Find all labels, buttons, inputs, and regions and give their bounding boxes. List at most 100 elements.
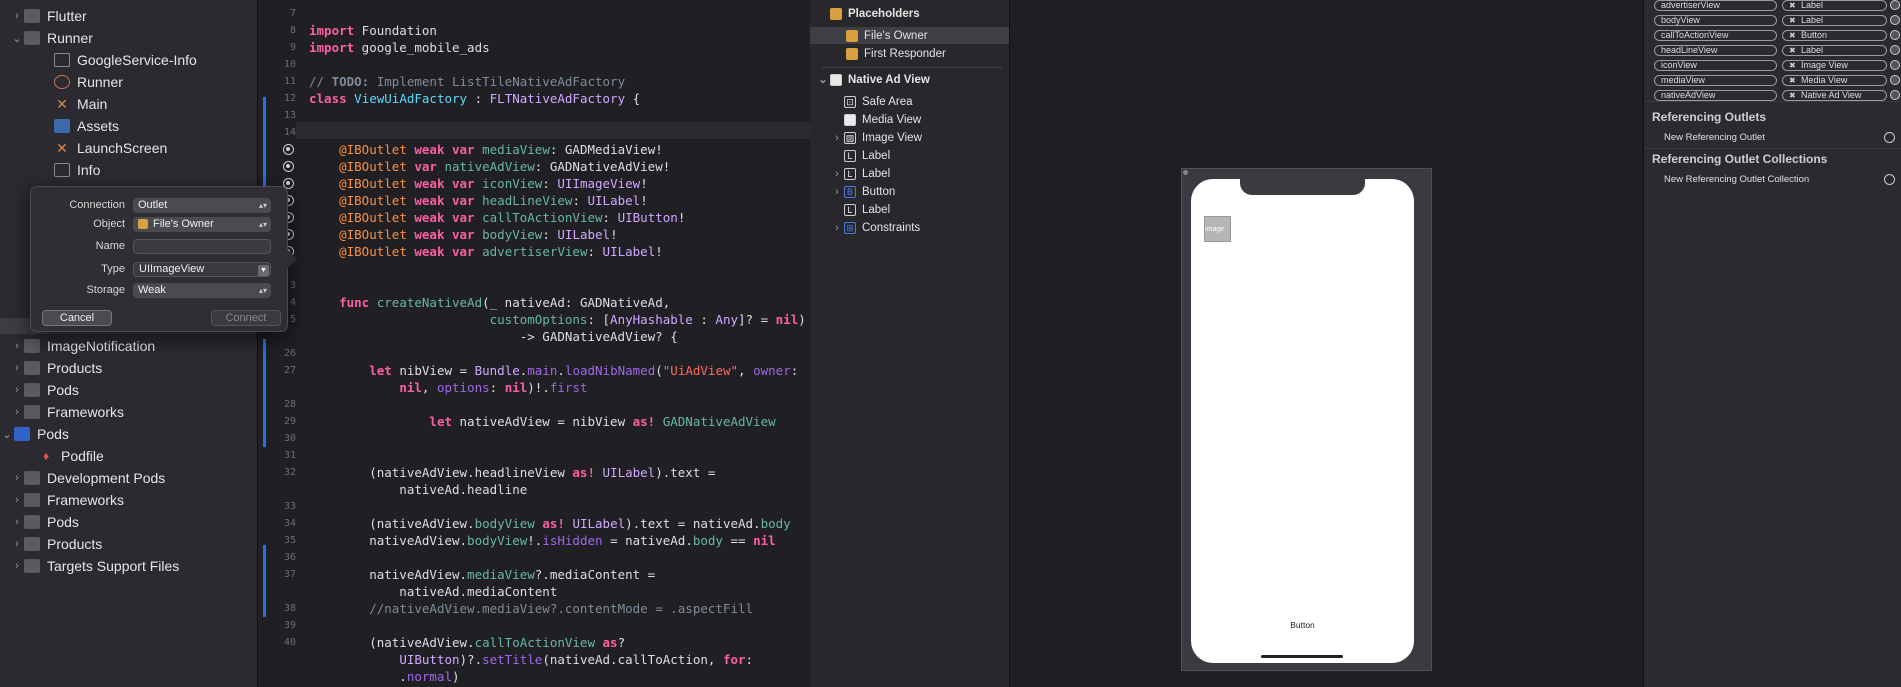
phone-frame: image Button	[1191, 179, 1414, 663]
navigator-item[interactable]: ⌄ Runner	[0, 27, 257, 49]
chevron-right-icon[interactable]: ›	[10, 538, 24, 550]
cancel-button[interactable]: Cancel	[42, 310, 112, 326]
outline-item[interactable]: Media View	[810, 111, 1009, 128]
outline-item[interactable]: › ▨ Image View	[810, 129, 1009, 146]
outlet-target[interactable]: ✖ Button	[1782, 30, 1887, 41]
navigator-item[interactable]: › Development Pods	[0, 467, 257, 489]
chevron-right-icon[interactable]: ›	[10, 494, 24, 506]
chevron-right-icon[interactable]: ›	[10, 10, 24, 22]
navigator-item[interactable]: › Flutter	[0, 5, 257, 27]
chevron-right-icon[interactable]: ›	[830, 222, 844, 234]
chevron-right-icon[interactable]: ›	[10, 384, 24, 396]
name-input[interactable]	[133, 238, 271, 254]
connection-knob-icon[interactable]	[1890, 30, 1900, 40]
navigator-item[interactable]: ⌄ Pods	[0, 423, 257, 445]
navigator-item[interactable]: Info	[0, 159, 257, 181]
outlet-target[interactable]: ✖ Label	[1782, 45, 1887, 56]
chevron-right-icon[interactable]: ›	[830, 168, 844, 180]
code-line: @IBOutlet weak var mediaView: GADMediaVi…	[339, 142, 663, 157]
outline-item-first-responder[interactable]: First Responder	[810, 45, 1009, 62]
storage-select[interactable]: Weak ▴▾	[133, 282, 271, 298]
object-select[interactable]: File's Owner ▴▾	[133, 216, 271, 232]
chevron-down-icon[interactable]: ⌄	[10, 32, 24, 45]
outline-item[interactable]: L Label	[810, 147, 1009, 164]
navigator-item[interactable]: ✕ LaunchScreen	[0, 137, 257, 159]
chevron-right-icon[interactable]: ›	[10, 340, 24, 352]
connection-knob-icon[interactable]	[1890, 15, 1900, 25]
connection-value: Outlet	[138, 199, 168, 211]
disconnect-icon[interactable]: ✖	[1789, 46, 1796, 55]
outlet-connection-popover: Connection Outlet ▴▾ Object File's Owner…	[30, 186, 297, 332]
connect-button[interactable]: Connect	[211, 310, 281, 326]
navigator-item[interactable]: Runner	[0, 71, 257, 93]
connection-knob-icon[interactable]	[1890, 0, 1900, 10]
connection-knob-icon[interactable]	[1890, 90, 1900, 100]
navigator-item[interactable]: ♦ Podfile	[0, 445, 257, 467]
line-number: 8	[289, 25, 296, 36]
chevron-right-icon[interactable]: ›	[10, 472, 24, 484]
connections-inspector: advertiserView ✖ Label bodyView ✖ Label callTo…	[1643, 0, 1901, 687]
navigator-item[interactable]: ✕ Main	[0, 93, 257, 115]
disconnect-icon[interactable]: ✖	[1789, 31, 1796, 40]
circle-icon	[54, 75, 70, 89]
connection-label: Connection	[69, 199, 125, 211]
connection-knob-icon[interactable]	[1890, 60, 1900, 70]
outlet-connection-dot-icon[interactable]	[283, 161, 294, 172]
line-number: 39	[283, 620, 296, 631]
navigator-item[interactable]: GoogleService-Info	[0, 49, 257, 71]
chevron-down-icon[interactable]: ⌄	[816, 73, 830, 86]
outlet-target[interactable]: ✖ Image View	[1782, 60, 1887, 71]
connection-select[interactable]: Outlet ▴▾	[133, 197, 271, 213]
code-editor[interactable]: 7 8 import Foundation 9 import google_mobile…	[258, 0, 810, 687]
call-to-action-button[interactable]: Button	[1191, 620, 1414, 630]
chevron-right-icon[interactable]: ›	[830, 186, 844, 198]
chevron-right-icon[interactable]: ›	[830, 132, 844, 144]
navigator-item[interactable]: › Frameworks	[0, 401, 257, 423]
chevron-right-icon[interactable]: ›	[10, 560, 24, 572]
chevron-right-icon[interactable]: ›	[10, 362, 24, 374]
disconnect-icon[interactable]: ✖	[1789, 61, 1796, 70]
disconnect-icon[interactable]: ✖	[1789, 91, 1796, 100]
outlet-target[interactable]: ✖ Native Ad View	[1782, 90, 1887, 101]
code-line: (nativeAdView.bodyView as! UILabel).text…	[309, 516, 791, 531]
outline-item[interactable]: › L Label	[810, 165, 1009, 182]
native-ad-view-scene[interactable]: image Button	[1181, 168, 1432, 671]
navigator-item[interactable]: › Targets Support Files	[0, 555, 257, 577]
connection-knob-icon[interactable]	[1890, 75, 1900, 85]
navigator-item[interactable]: › Products	[0, 357, 257, 379]
chevron-right-icon[interactable]: ›	[10, 406, 24, 418]
navigator-item[interactable]: › Pods	[0, 379, 257, 401]
code-line: @IBOutlet weak var headLineView: UILabel…	[339, 193, 648, 208]
connect-circle-icon[interactable]	[1884, 174, 1895, 185]
interface-builder-canvas[interactable]: image Button	[1010, 0, 1643, 687]
outline-item[interactable]: L Label	[810, 201, 1009, 218]
gem-icon: ♦	[42, 449, 50, 463]
chevron-down-icon[interactable]: ⌄	[0, 428, 14, 441]
outlet-connection-dot-icon[interactable]	[283, 144, 294, 155]
connect-circle-icon[interactable]	[1884, 132, 1895, 143]
disconnect-icon[interactable]: ✖	[1789, 76, 1796, 85]
image-view-placeholder[interactable]: image	[1204, 216, 1231, 242]
outlet-row: bodyView ✖ Label	[1654, 15, 1900, 27]
navigator-item[interactable]: Assets	[0, 115, 257, 137]
outlet-target[interactable]: ✖ Label	[1782, 15, 1887, 26]
navigator-item[interactable]: › ImageNotification	[0, 335, 257, 357]
line-number: 31	[283, 450, 296, 461]
outlet-target[interactable]: ✖ Label	[1782, 0, 1887, 11]
navigator-item[interactable]: › Products	[0, 533, 257, 555]
type-combobox[interactable]: UIImageView ▼	[133, 261, 271, 277]
chevron-down-icon[interactable]: ▼	[258, 264, 269, 276]
connection-knob-icon[interactable]	[1890, 45, 1900, 55]
outlet-target[interactable]: ✖ Media View	[1782, 75, 1887, 86]
outline-item[interactable]: ⊡ Safe Area	[810, 93, 1009, 110]
outline-item[interactable]: › ⊞ Constraints	[810, 219, 1009, 236]
disconnect-icon[interactable]: ✖	[1789, 16, 1796, 25]
chevron-right-icon[interactable]: ›	[10, 516, 24, 528]
outline-item[interactable]: › B Button	[810, 183, 1009, 200]
outline-item-native-ad-view[interactable]: ⌄ Native Ad View	[810, 71, 1009, 88]
line-number: 7	[289, 8, 296, 19]
navigator-item[interactable]: › Pods	[0, 511, 257, 533]
outline-item-files-owner[interactable]: File's Owner	[810, 27, 1009, 44]
navigator-item[interactable]: › Frameworks	[0, 489, 257, 511]
disconnect-icon[interactable]: ✖	[1789, 1, 1796, 10]
